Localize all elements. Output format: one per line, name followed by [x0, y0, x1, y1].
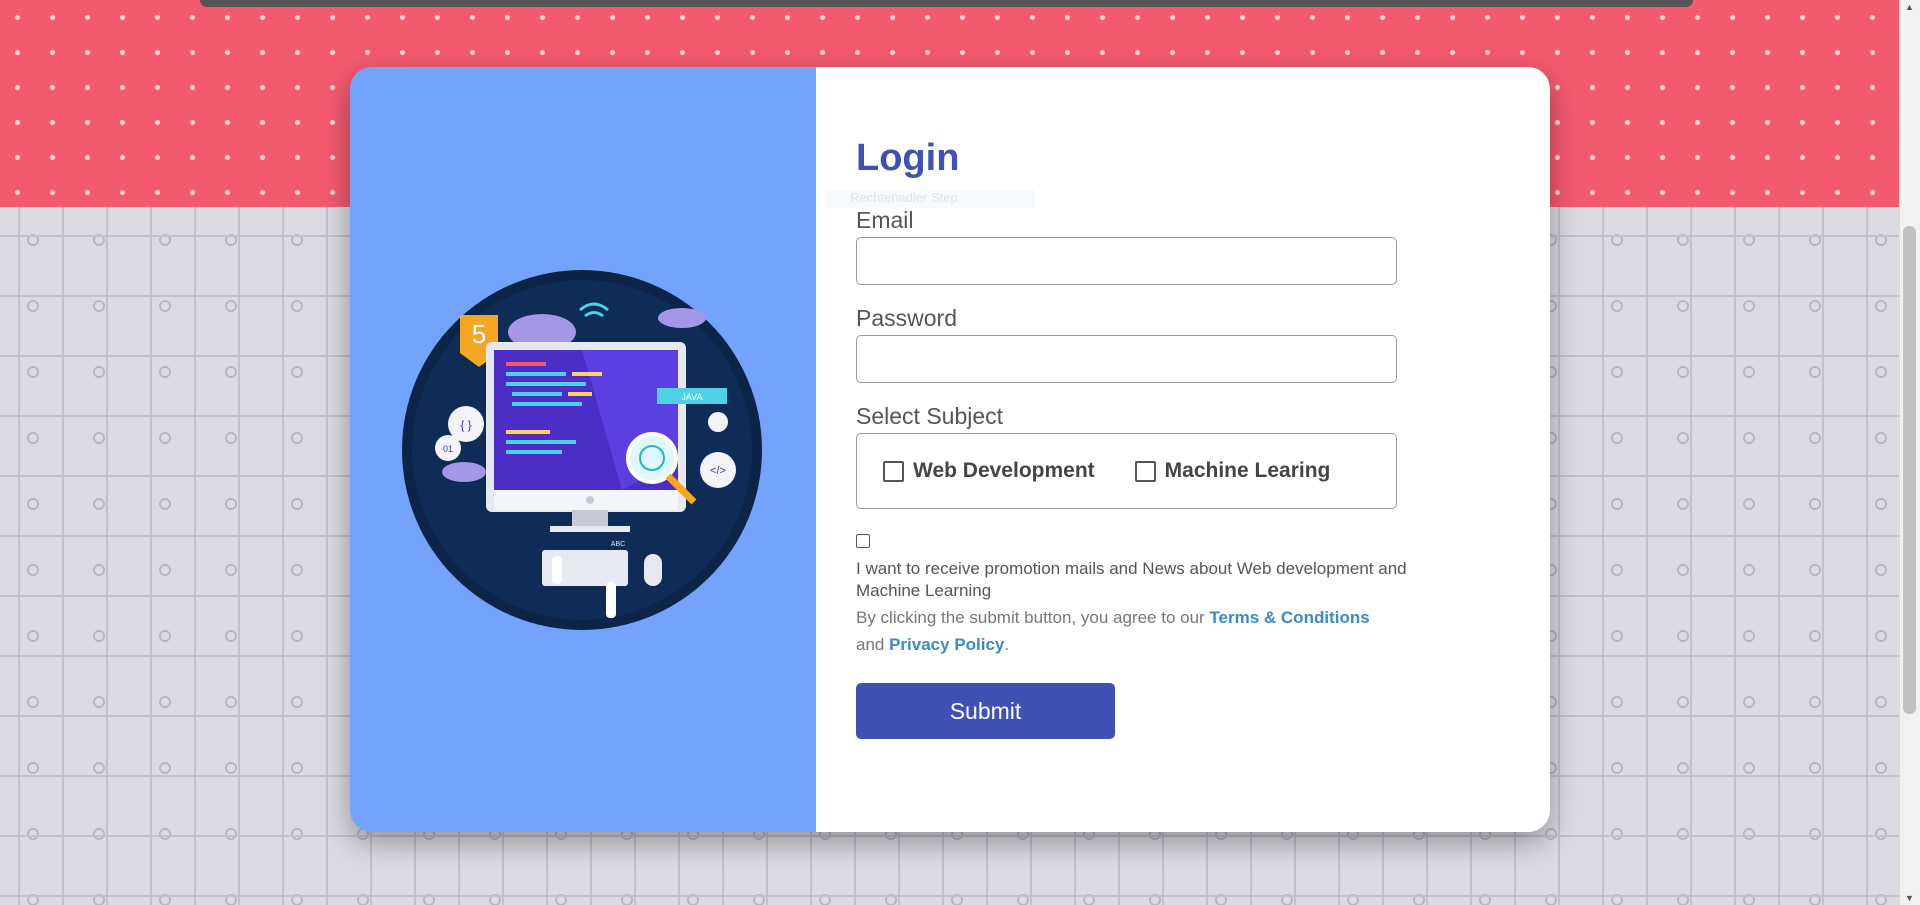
promo-checkbox[interactable] — [856, 534, 870, 548]
scroll-down-icon[interactable]: ▼ — [1905, 893, 1914, 903]
code-bubble: </> — [710, 465, 726, 477]
email-label: Email — [856, 207, 914, 233]
subject-options: Web Development Machine Learing — [856, 433, 1397, 509]
keyboard-label: ABC — [611, 541, 625, 548]
computer-illustration: 5 JAVA {} 01 </> ABC — [402, 270, 762, 630]
page-title: Login — [856, 137, 960, 179]
terms-suffix: . — [1004, 635, 1010, 654]
page-scrollbar[interactable]: ▲ ▼ — [1899, 0, 1920, 905]
web-development-label: Web Development — [913, 459, 1095, 482]
top-bar — [200, 0, 1693, 7]
subject-label: Select Subject — [856, 403, 1004, 429]
login-form: Login Rechtenadler Step Email Password S… — [826, 137, 1476, 739]
ghost-tooltip-text: Rechtenadler Step — [826, 190, 1035, 208]
promo-text: I want to receive promotion mails and Ne… — [856, 559, 1407, 600]
machine-learning-checkbox[interactable] — [1134, 460, 1156, 482]
login-card: 5 JAVA {} 01 </> ABC Login Rechtenadler… — [350, 67, 1550, 832]
password-label: Password — [856, 305, 957, 331]
terms-notice: By clicking the submit button, you agree… — [856, 604, 1456, 658]
binary-bubble: 01 — [443, 444, 453, 454]
scroll-up-icon[interactable]: ▲ — [1905, 2, 1914, 12]
subject-option-machine-learning[interactable]: Machine Learing — [1134, 459, 1331, 483]
terms-prefix: By clicking the submit button, you agree… — [856, 608, 1210, 627]
privacy-link[interactable]: Privacy Policy — [889, 635, 1004, 654]
email-field[interactable] — [856, 237, 1397, 285]
illustration-panel: 5 JAVA {} 01 </> ABC — [350, 67, 816, 832]
machine-learning-label: Machine Learing — [1164, 459, 1331, 482]
password-field[interactable] — [856, 335, 1397, 383]
submit-button[interactable]: Submit — [856, 683, 1115, 739]
scroll-thumb[interactable] — [1903, 226, 1916, 714]
badge-number: 5 — [472, 319, 486, 349]
terms-mid: and — [856, 635, 890, 654]
form-panel: Login Rechtenadler Step Email Password S… — [816, 67, 1550, 832]
web-development-checkbox[interactable] — [883, 460, 904, 482]
braces-bubble: { } — [460, 418, 471, 432]
java-tag: JAVA — [681, 392, 702, 402]
subject-option-web-development[interactable]: Web Development — [883, 459, 1095, 483]
terms-link[interactable]: Terms & Conditions — [1209, 608, 1369, 627]
